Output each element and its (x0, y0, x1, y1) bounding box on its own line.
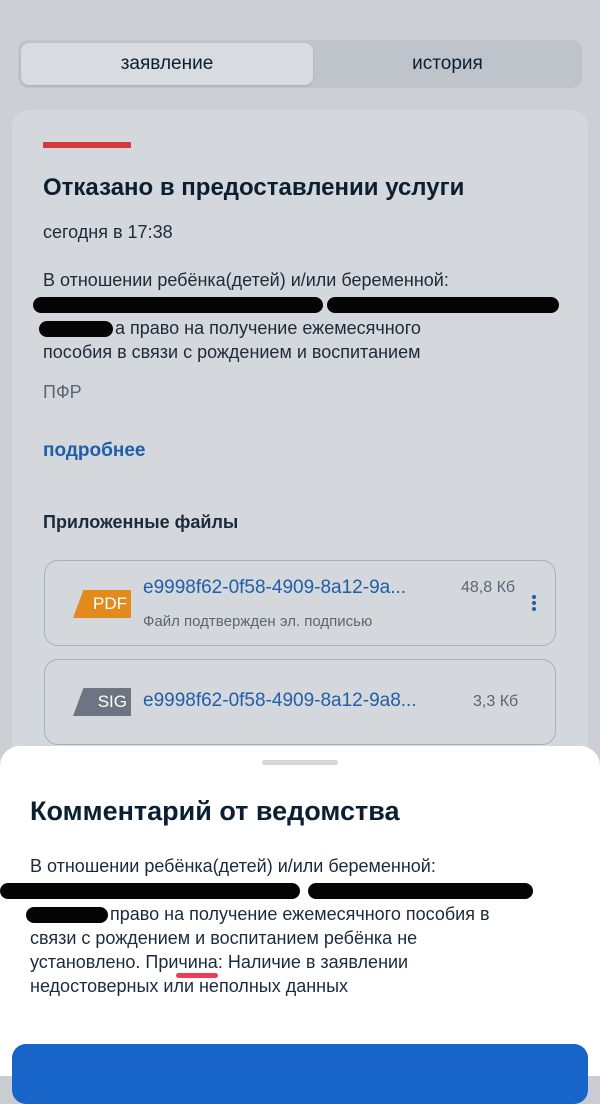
file-size: 48,8 Кб (461, 579, 516, 596)
file-size: 3,3 Кб (473, 693, 519, 710)
comment-line: связи с рождением и воспитанием ребёнка … (30, 928, 418, 948)
tab-application[interactable]: заявление (21, 43, 313, 85)
department-label: ПФР (43, 382, 82, 402)
screen: заявление история Отказано в предоставле… (0, 0, 600, 1104)
segmented-tabs: заявление история (18, 40, 582, 88)
redacted-line (0, 878, 575, 902)
tab-history[interactable]: история (316, 43, 579, 85)
comment-line: В отношении ребёнка(детей) и/или беремен… (30, 856, 436, 876)
file-item-pdf[interactable]: PDF e9998f62-0f58-4909-8a12-9a... 48,8 К… (44, 560, 556, 646)
status-description-line: пособия в связи с рождением и воспитание… (43, 342, 421, 362)
attached-files-title: Приложенные файлы (43, 512, 239, 532)
status-description-line: В отношении ребёнка(детей) и/или беремен… (43, 270, 449, 290)
sheet-drag-handle[interactable] (262, 760, 338, 765)
reason-highlight: чина (178, 952, 218, 972)
more-details-link[interactable]: подробнее (43, 440, 145, 462)
pdf-file-icon: PDF (73, 590, 131, 618)
status-time: сегодня в 17:38 (43, 222, 173, 242)
status-card: Отказано в предоставлении услуги сегодня… (12, 110, 588, 810)
status-title: Отказано в предоставлении услуги (43, 174, 465, 201)
more-vertical-icon[interactable] (531, 595, 537, 613)
file-name[interactable]: e9998f62-0f58-4909-8a12-9a8... (143, 690, 461, 712)
comment-line: право на получение ежемесячного пособия … (26, 902, 575, 926)
primary-action-button[interactable] (12, 1044, 588, 1104)
sheet-title: Комментарий от ведомства (30, 796, 400, 826)
sig-file-icon: SIG (73, 688, 131, 716)
department-comment: В отношении ребёнка(детей) и/или беремен… (0, 854, 575, 998)
comment-bottom-sheet: Комментарий от ведомства В отношении реб… (0, 746, 600, 1104)
comment-line: установлено. Причина: Наличие в заявлени… (30, 952, 409, 972)
status-accent-line (43, 142, 131, 148)
file-name[interactable]: e9998f62-0f58-4909-8a12-9a... (143, 577, 451, 599)
file-signature-status: Файл подтвержден эл. подписью (143, 613, 373, 630)
file-item-sig[interactable]: SIG e9998f62-0f58-4909-8a12-9a8... 3,3 К… (44, 659, 556, 745)
redacted-line (33, 292, 563, 316)
status-description: В отношении ребёнка(детей) и/или беремен… (33, 268, 563, 364)
comment-line: недостоверных или неполных данных (30, 976, 349, 996)
status-description-line: а право на получение ежемесячного (39, 316, 563, 340)
